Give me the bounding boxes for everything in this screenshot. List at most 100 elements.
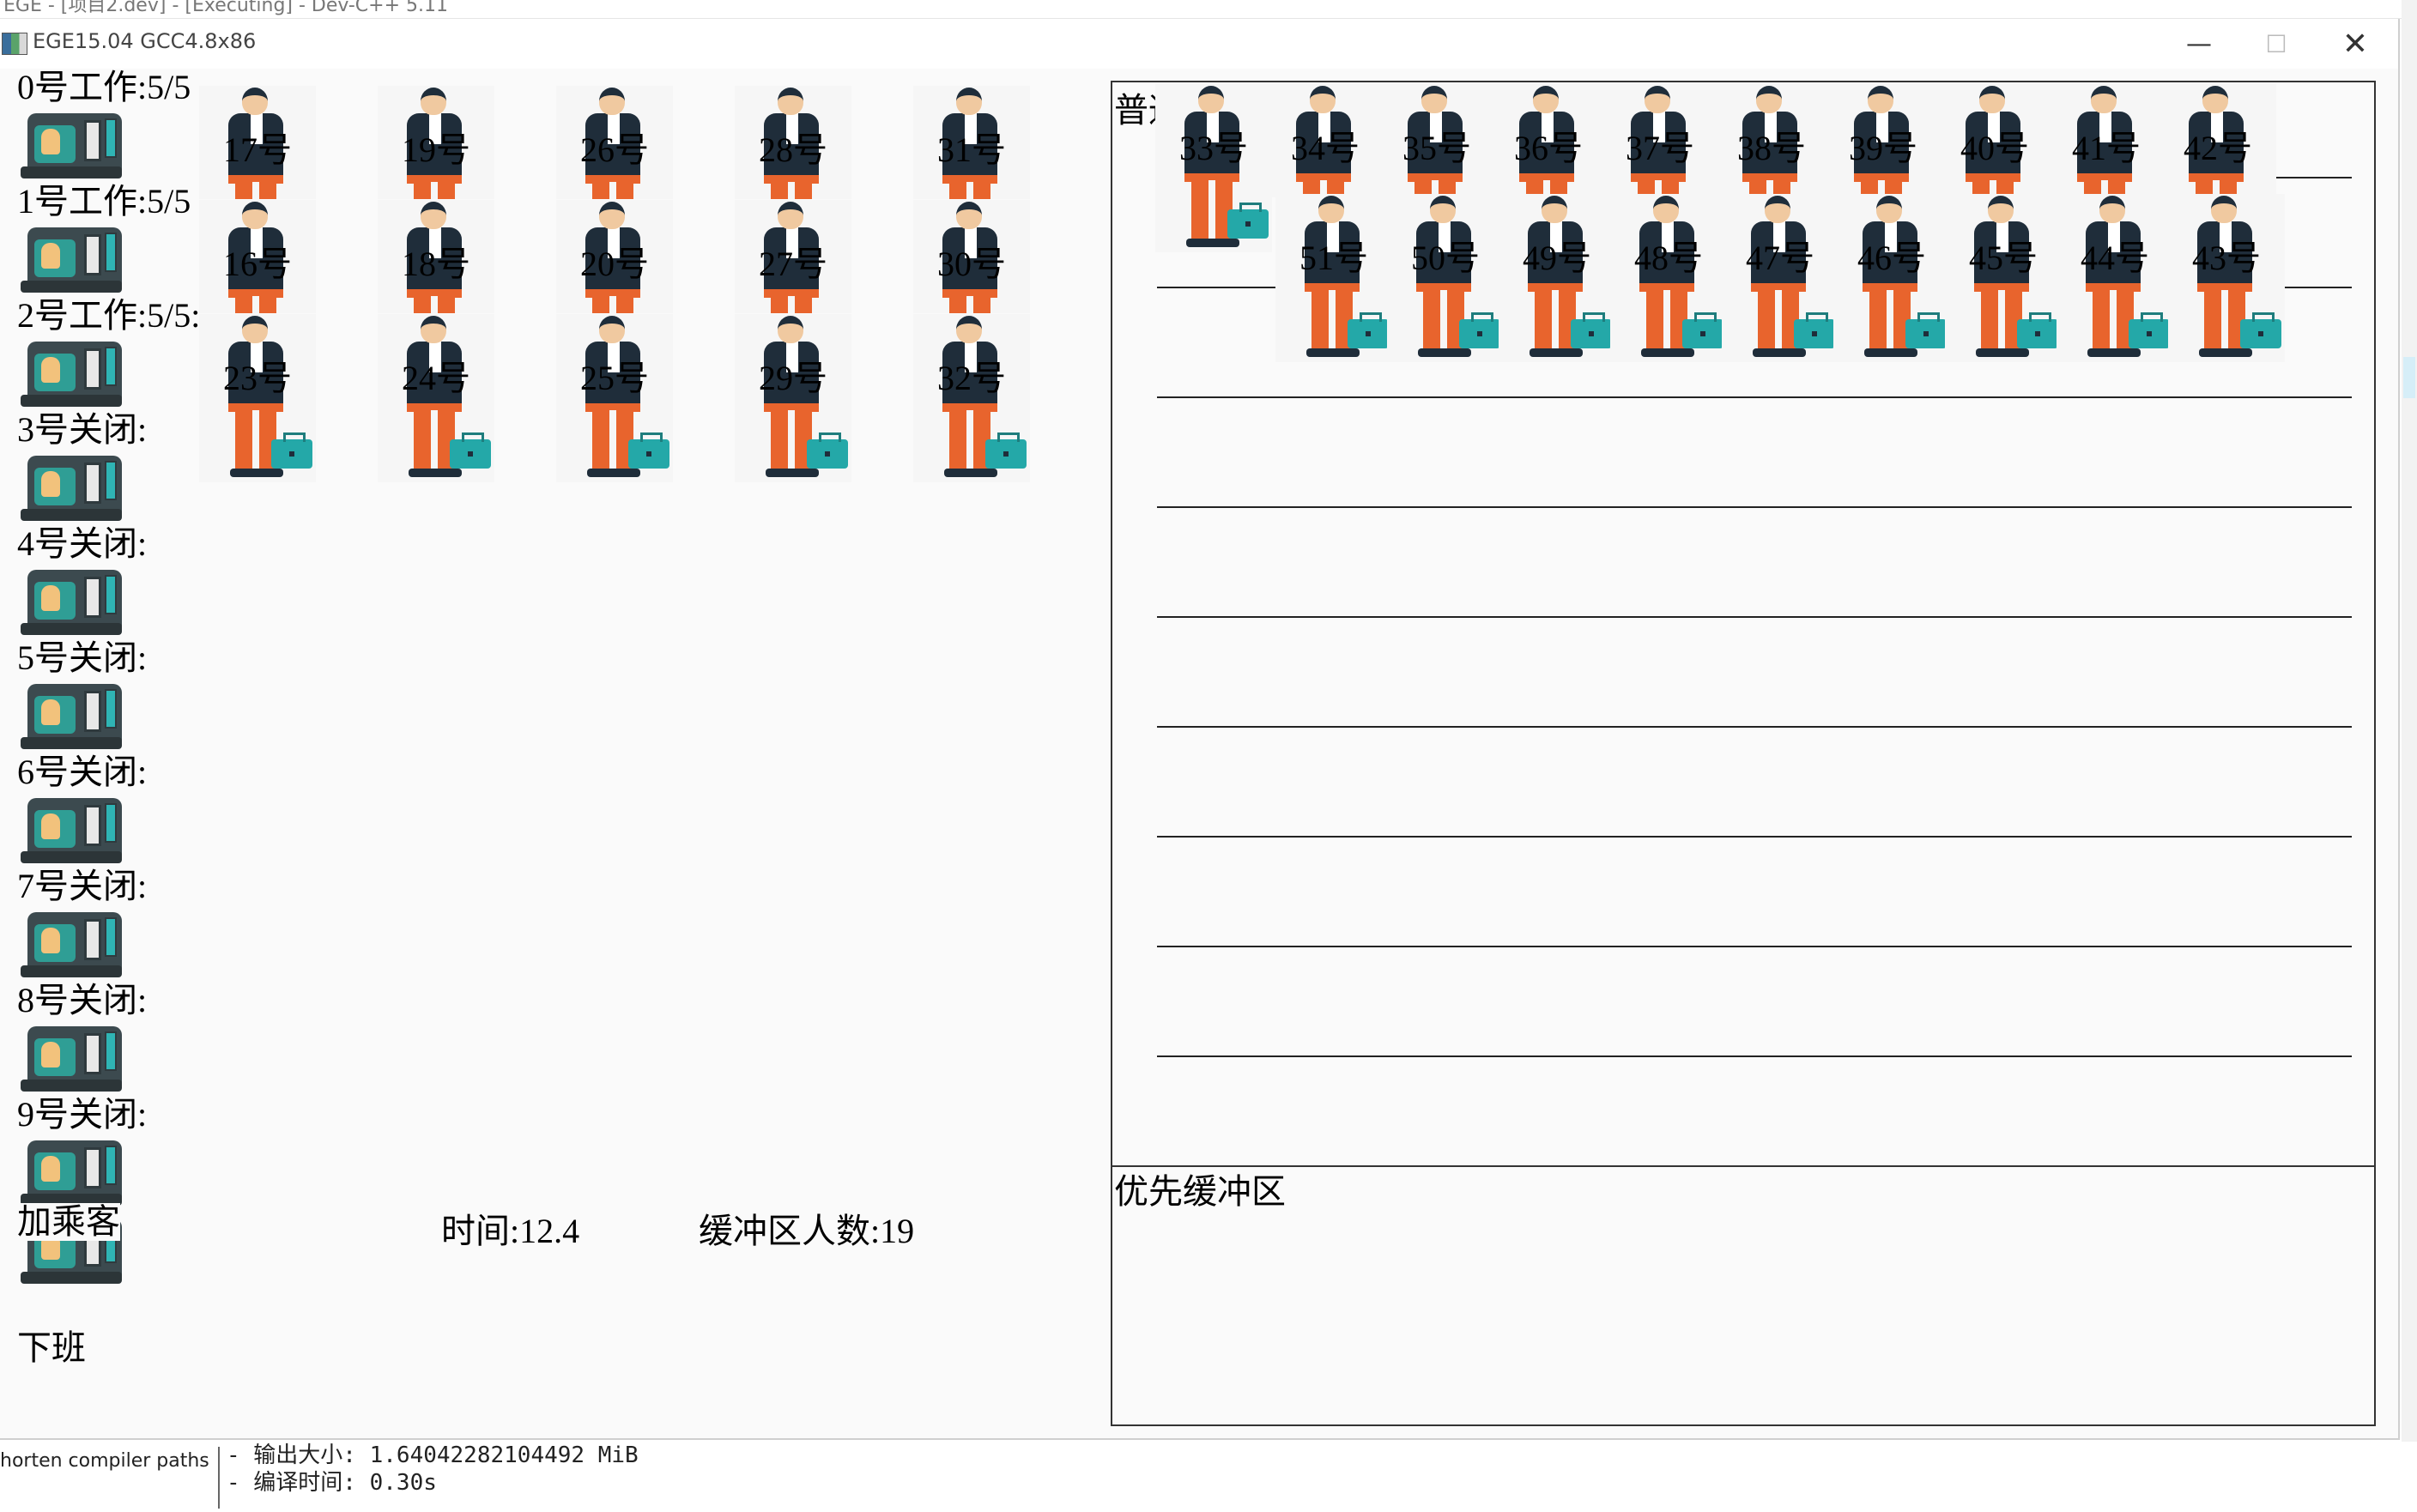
person-icon bbox=[1430, 196, 1456, 223]
passenger: 24号 bbox=[378, 314, 494, 482]
person-icon bbox=[2091, 86, 2117, 113]
time-display: 时间:12.4 bbox=[441, 1203, 579, 1253]
person-icon bbox=[778, 88, 803, 115]
passenger: 40号 bbox=[1936, 84, 2053, 197]
counter-label: 2号工作:5/5: bbox=[17, 296, 201, 335]
person-icon bbox=[1542, 196, 1567, 223]
passenger-number: 17号 bbox=[223, 130, 292, 169]
person-icon bbox=[2211, 196, 2237, 223]
counter-label: 5号关闭: bbox=[17, 638, 148, 677]
kiosk-icon bbox=[21, 103, 124, 180]
add-passenger-control[interactable]: 加乘客 bbox=[17, 1203, 223, 1306]
app-window: EGE15.04 GCC4.8x86 — ☐ ✕ 0号工作:5/5 1号工作:5/… bbox=[0, 19, 2400, 1440]
briefcase-icon bbox=[1348, 312, 1389, 348]
passenger: 19号 bbox=[378, 86, 494, 199]
ide-compile-log: horten compiler paths - 输出大小: 1.64042282… bbox=[0, 1442, 2417, 1512]
passenger-number: 16号 bbox=[223, 245, 292, 283]
passenger-number: 40号 bbox=[1960, 129, 2029, 167]
passenger-number: 47号 bbox=[1746, 239, 1814, 277]
buffer-lane-line bbox=[1157, 506, 2352, 508]
passenger: 20号 bbox=[556, 200, 673, 313]
briefcase-icon bbox=[1794, 312, 1835, 348]
passenger-number: 26号 bbox=[580, 130, 649, 169]
counter-7: 7号关闭: bbox=[17, 868, 223, 979]
passenger: 27号 bbox=[735, 200, 851, 313]
passenger-number: 19号 bbox=[402, 130, 470, 169]
passenger: 47号 bbox=[1722, 194, 1838, 362]
person-icon bbox=[956, 316, 982, 343]
kiosk-icon bbox=[21, 674, 124, 751]
counter-label: 8号关闭: bbox=[17, 981, 148, 1019]
passenger: 45号 bbox=[1945, 194, 2062, 362]
simulation-canvas: 0号工作:5/5 1号工作:5/5 2号工作:5/5: 3号关闭: 4号关闭: 5号关闭:… bbox=[0, 69, 2400, 1440]
passenger: 48号 bbox=[1610, 194, 1727, 362]
log-line: - 输出大小: 1.64042282104492 MiB bbox=[227, 1442, 639, 1468]
briefcase-icon bbox=[1682, 312, 1723, 348]
kiosk-icon bbox=[21, 1016, 124, 1093]
person-icon bbox=[1988, 196, 2014, 223]
passenger-number: 37号 bbox=[1626, 129, 1694, 167]
passenger: 36号 bbox=[1490, 84, 1607, 197]
briefcase-icon bbox=[1571, 312, 1612, 348]
counter-2: 2号工作:5/5: bbox=[17, 297, 223, 408]
close-button[interactable]: ✕ bbox=[2324, 26, 2386, 62]
person-icon bbox=[2099, 196, 2125, 223]
passenger-number: 50号 bbox=[1411, 239, 1480, 277]
person-icon bbox=[1979, 86, 2005, 113]
counter-0: 0号工作:5/5 bbox=[17, 69, 223, 180]
buffer-lane-line bbox=[1157, 616, 2352, 618]
passenger: 38号 bbox=[1713, 84, 1830, 197]
off-work-button[interactable]: 下班 bbox=[17, 1320, 86, 1370]
passenger-number: 48号 bbox=[1634, 239, 1703, 277]
person-icon bbox=[2202, 86, 2228, 113]
passenger-number: 39号 bbox=[1849, 129, 1917, 167]
passenger: 35号 bbox=[1378, 84, 1495, 197]
counter-6: 6号关闭: bbox=[17, 753, 223, 865]
person-icon bbox=[1756, 86, 1782, 113]
minimize-button[interactable]: — bbox=[2168, 26, 2230, 62]
person-icon bbox=[778, 316, 803, 343]
window-titlebar[interactable]: EGE15.04 GCC4.8x86 — ☐ ✕ bbox=[0, 19, 2398, 69]
briefcase-icon bbox=[450, 432, 491, 469]
passenger: 46号 bbox=[1833, 194, 1950, 362]
passenger-number: 24号 bbox=[402, 359, 470, 397]
scrollbar-thumb[interactable] bbox=[2403, 357, 2415, 398]
passenger-number: 34号 bbox=[1291, 129, 1360, 167]
maximize-button[interactable]: ☐ bbox=[2245, 26, 2307, 62]
counter-label: 1号工作:5/5 bbox=[17, 182, 191, 221]
kiosk-icon bbox=[21, 217, 124, 294]
person-icon bbox=[1876, 196, 1902, 223]
passenger-number: 46号 bbox=[1857, 239, 1926, 277]
log-lines: - 输出大小: 1.64042282104492 MiB - 编译时间: 0.30… bbox=[227, 1442, 639, 1497]
ide-scrollbar[interactable] bbox=[2402, 0, 2417, 1442]
passenger: 44号 bbox=[2057, 194, 2173, 362]
passenger: 29号 bbox=[735, 314, 851, 482]
person-icon bbox=[242, 316, 268, 343]
passenger-number: 33号 bbox=[1179, 129, 1248, 167]
person-icon bbox=[421, 316, 446, 343]
buffer-count-value: 19 bbox=[880, 1212, 915, 1250]
passenger-number: 25号 bbox=[580, 359, 649, 397]
passenger-number: 44号 bbox=[2081, 239, 2149, 277]
passenger-number: 32号 bbox=[937, 359, 1006, 397]
add-passenger-button[interactable]: 加乘客 bbox=[17, 1203, 120, 1241]
buffer-count-display: 缓冲区人数:19 bbox=[699, 1203, 914, 1253]
kiosk-icon bbox=[21, 1130, 124, 1207]
person-icon bbox=[1765, 196, 1790, 223]
passenger-number: 29号 bbox=[759, 359, 827, 397]
briefcase-icon bbox=[271, 432, 312, 469]
person-icon bbox=[956, 88, 982, 115]
priority-buffer-area: 优先缓冲区 bbox=[1111, 1165, 2376, 1426]
passenger: 26号 bbox=[556, 86, 673, 199]
passenger: 17号 bbox=[199, 86, 316, 199]
person-icon bbox=[242, 202, 268, 229]
person-icon bbox=[421, 88, 446, 115]
passenger: 37号 bbox=[1602, 84, 1718, 197]
briefcase-icon bbox=[628, 432, 669, 469]
passenger-number: 20号 bbox=[580, 245, 649, 283]
person-icon bbox=[1310, 86, 1336, 113]
person-icon bbox=[1653, 196, 1679, 223]
counter-label: 9号关闭: bbox=[17, 1095, 148, 1134]
briefcase-icon bbox=[1227, 203, 1269, 239]
log-left-panel: horten compiler paths bbox=[0, 1447, 220, 1509]
